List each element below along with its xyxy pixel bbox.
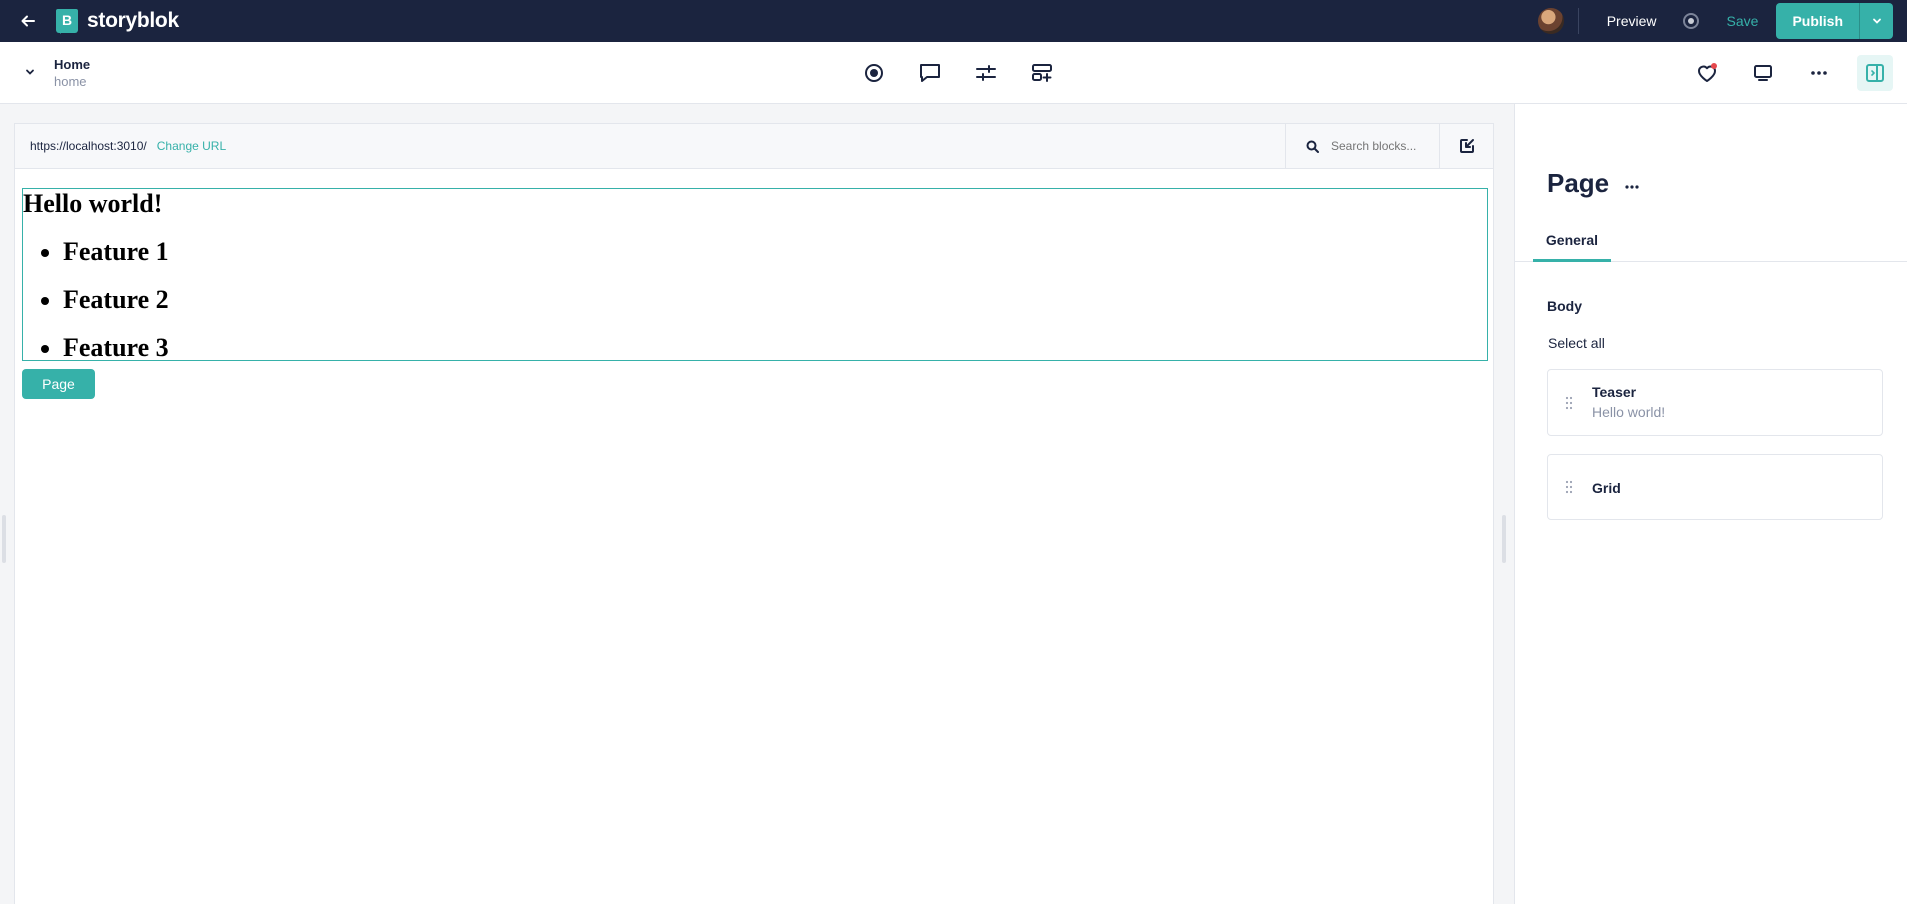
search-blocks-input[interactable] [1331,139,1431,153]
configuration-button[interactable] [968,55,1004,91]
feature-list: Feature 1 Feature 2 Feature 3 [63,237,1487,363]
sidebar-right-icon [1866,64,1884,82]
back-button[interactable] [0,0,56,42]
select-mode-button[interactable] [1439,124,1493,168]
story-title: Home home [54,57,90,89]
block-card-grid[interactable]: Grid [1547,454,1883,520]
more-options-button[interactable] [1801,55,1837,91]
favorites-button[interactable] [1689,55,1725,91]
block-editor-panel: Page General Body Select all Teaser Hell… [1514,104,1907,904]
chevron-down-icon [1872,18,1881,24]
more-horizontal-icon [1811,71,1827,75]
edit-select-icon [1459,139,1474,153]
resize-handle-left[interactable] [2,515,6,563]
monitor-icon [1754,65,1772,81]
device-preview-button[interactable] [1745,55,1781,91]
arrow-left-icon [21,15,35,27]
more-horizontal-icon [1625,185,1639,189]
tab-general[interactable]: General [1533,220,1611,262]
resize-handle-right[interactable] [1502,515,1506,563]
panel-more-button[interactable] [1625,173,1639,194]
panel-tabs: General [1515,220,1907,262]
heart-icon [1698,63,1717,82]
comments-button[interactable] [912,55,948,91]
chevron-down-icon [26,69,34,75]
publish-button[interactable]: Publish [1776,3,1859,39]
block-add-icon [1032,64,1052,82]
preview-button[interactable]: Preview [1591,13,1673,29]
comment-icon [920,64,940,82]
drag-grip-icon[interactable] [1564,396,1574,410]
story-slug: home [54,74,87,89]
user-avatar[interactable] [1537,8,1564,34]
brand-name: storyblok [87,9,179,32]
feature-item: Feature 1 [63,237,1487,267]
preview-url: https://localhost:3010/ [30,139,147,153]
panel-title: Page [1547,168,1610,198]
select-all-button[interactable]: Select all [1548,335,1605,351]
storyblok-logo[interactable]: B storyblok [56,8,179,34]
block-name: Teaser [1592,384,1637,400]
top-bar: B storyblok Preview Save Publish [0,0,1907,42]
change-url-link[interactable]: Change URL [157,139,226,153]
block-subtitle: Hello world! [1592,404,1666,420]
publish-button-group: Publish [1776,3,1893,39]
body-field-label: Body [1547,298,1582,314]
publish-options-button[interactable] [1859,3,1893,39]
block-name: Grid [1592,480,1621,496]
add-block-button[interactable] [1024,55,1060,91]
svg-text:B: B [62,12,72,28]
save-button[interactable]: Save [1719,13,1777,29]
story-menu-toggle[interactable] [20,62,40,82]
toggle-sidebar-button[interactable] [1857,55,1893,91]
storyblok-logo-icon: B [56,8,78,34]
preview-frame: https://localhost:3010/ Change URL Hello… [14,123,1494,904]
feature-item: Feature 3 [63,333,1487,363]
feature-item: Feature 2 [63,285,1487,315]
divider [1577,8,1579,34]
story-name: Home [54,57,91,72]
block-card-teaser[interactable]: Teaser Hello world! [1547,369,1883,436]
drag-grip-icon[interactable] [1564,480,1574,494]
teaser-heading: Hello world! [23,189,163,218]
search-icon [1306,140,1319,153]
status-button[interactable] [856,55,892,91]
url-bar: https://localhost:3010/ Change URL [15,124,1493,169]
search-blocks[interactable] [1285,124,1439,168]
sliders-icon [976,65,996,81]
teaser-block-preview[interactable]: Hello world! Feature 1 Feature 2 Feature… [22,188,1488,363]
page-block-tag[interactable]: Page [22,369,95,399]
editor-toolbar: Home home [0,42,1907,104]
record-circle-icon [865,64,883,82]
record-icon[interactable] [1682,13,1699,29]
